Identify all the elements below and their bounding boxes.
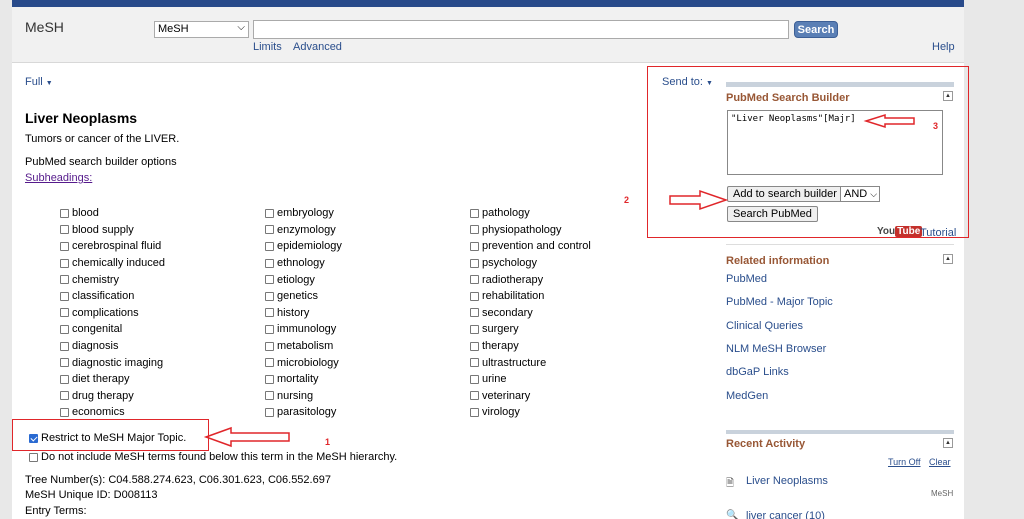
annotation-arrow-1 [203,426,290,448]
annotation-arrow-2 [669,189,729,211]
annotation-arrows [203,113,915,448]
annotation-arrow-3 [863,113,915,129]
